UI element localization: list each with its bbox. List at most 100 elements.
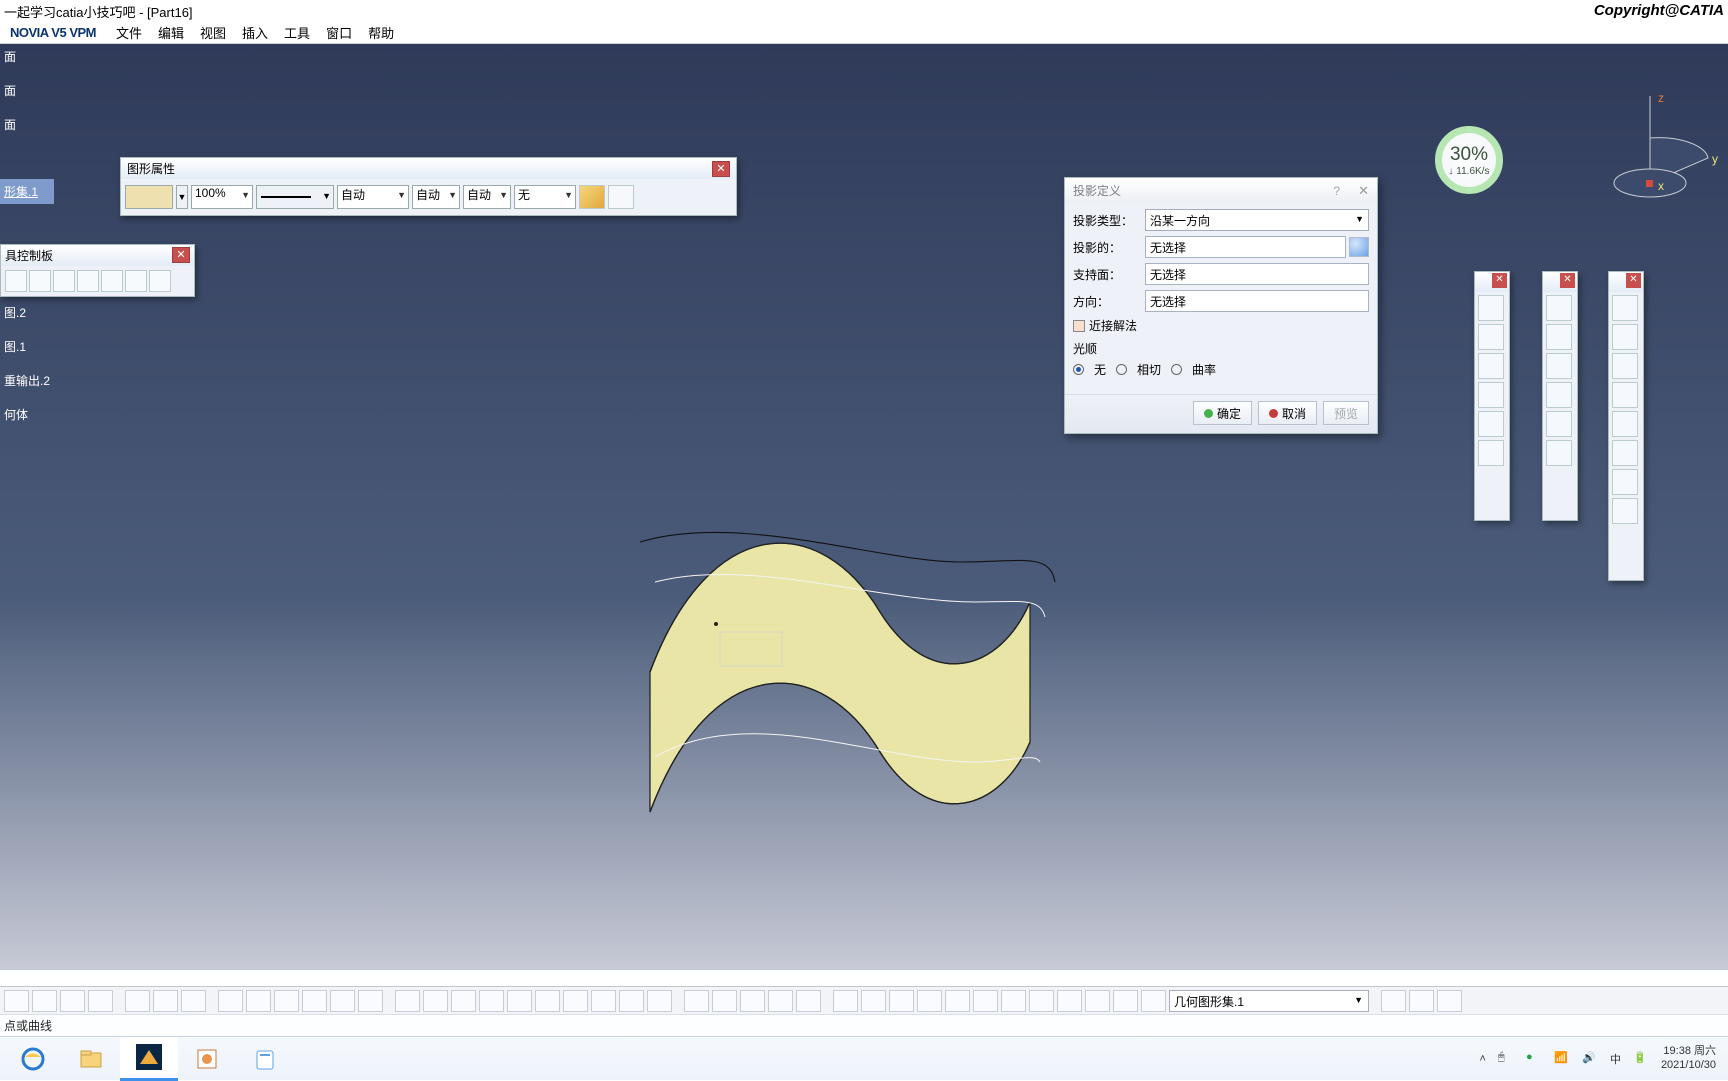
surface-model[interactable] [600, 502, 1060, 872]
tool-icon[interactable] [796, 990, 821, 1012]
compass[interactable]: z y x [1608, 88, 1718, 203]
tool-icon[interactable] [973, 990, 998, 1012]
tool-icon[interactable] [149, 270, 171, 292]
body-selector-dropdown[interactable]: 几何图形集.1 [1169, 990, 1369, 1012]
color-dropdown-arrow[interactable]: ▼ [176, 185, 188, 209]
tree-item[interactable]: 面 [0, 44, 54, 69]
tool-icon[interactable] [1478, 295, 1504, 321]
tool-icon[interactable] [563, 990, 588, 1012]
tool-icon[interactable] [1057, 990, 1082, 1012]
tool-icon[interactable] [945, 990, 970, 1012]
tool-icon[interactable] [302, 990, 327, 1012]
tool-icon[interactable] [4, 990, 29, 1012]
tree-item[interactable]: 何体 [0, 402, 54, 427]
tool-icon[interactable] [1612, 469, 1638, 495]
selection-helper-icon[interactable] [1349, 237, 1369, 257]
tool-icon[interactable] [1612, 324, 1638, 350]
tool-icon[interactable] [1001, 990, 1026, 1012]
tree-item[interactable]: 面 [0, 78, 54, 103]
tool-icon[interactable] [423, 990, 448, 1012]
menu-edit[interactable]: 编辑 [150, 21, 192, 44]
tool-icon[interactable] [330, 990, 355, 1012]
tool-icon[interactable] [125, 270, 147, 292]
tool-icon[interactable] [153, 990, 178, 1012]
symbol-dropdown[interactable]: 无 [514, 185, 576, 209]
tray-icon[interactable]: ● [1526, 1051, 1542, 1067]
tool-icon[interactable] [1612, 353, 1638, 379]
line-weight-dropdown[interactable]: 自动 [337, 185, 409, 209]
tool-icon[interactable] [1113, 990, 1138, 1012]
opacity-dropdown[interactable]: 100% [191, 185, 253, 209]
tool-icon[interactable] [53, 270, 75, 292]
tool-icon[interactable] [1546, 353, 1572, 379]
vertical-toolbar-1[interactable]: ✕ [1474, 271, 1510, 521]
projected-field[interactable]: 无选择 [1145, 236, 1346, 258]
menu-window[interactable]: 窗口 [318, 21, 360, 44]
tool-icon[interactable] [1612, 382, 1638, 408]
tool-icon[interactable] [1612, 295, 1638, 321]
tool-icon[interactable] [395, 990, 420, 1012]
menu-tools[interactable]: 工具 [276, 21, 318, 44]
tray-ime-label[interactable]: 中 [1610, 1051, 1621, 1067]
graphic-properties-title[interactable]: 图形属性 ✕ [121, 158, 736, 179]
ok-button[interactable]: 确定 [1193, 401, 1252, 425]
tool-icon[interactable] [1612, 440, 1638, 466]
tool-icon[interactable] [77, 270, 99, 292]
tool-icon[interactable] [1381, 990, 1406, 1012]
tool-icon[interactable] [125, 990, 150, 1012]
tool-icon[interactable] [1546, 324, 1572, 350]
vertical-toolbar-2[interactable]: ✕ [1542, 271, 1578, 521]
tray-volume-icon[interactable]: 🔊 [1582, 1051, 1598, 1067]
tool-icon[interactable] [246, 990, 271, 1012]
projection-type-dropdown[interactable]: 沿某一方向 [1145, 209, 1369, 231]
tool-icon[interactable] [88, 990, 113, 1012]
tool-icon[interactable] [1409, 990, 1434, 1012]
close-icon[interactable]: ✕ [172, 247, 190, 263]
tool-icon[interactable] [1029, 990, 1054, 1012]
tool-icon[interactable] [619, 990, 644, 1012]
tool-icon[interactable] [479, 990, 504, 1012]
projection-definition-dialog[interactable]: 投影定义 ? ✕ 投影类型： 沿某一方向 投影的： 无选择 支持面： 无选择 方… [1064, 177, 1378, 434]
tool-icon[interactable] [1612, 498, 1638, 524]
brush-icon[interactable] [579, 185, 605, 209]
tool-icon[interactable] [861, 990, 886, 1012]
tree-item[interactable]: 图.1 [0, 334, 54, 359]
tray-battery-icon[interactable]: 🔋 [1633, 1051, 1649, 1067]
tool-icon[interactable] [1546, 411, 1572, 437]
taskbar-catia-icon[interactable] [120, 1037, 178, 1081]
tool-control-title[interactable]: 具控制板 ✕ [1, 245, 194, 266]
line-type-dropdown[interactable]: 自动 [412, 185, 460, 209]
direction-field[interactable]: 无选择 [1145, 290, 1369, 312]
tool-icon[interactable] [1141, 990, 1166, 1012]
tool-icon[interactable] [32, 990, 57, 1012]
tool-icon[interactable] [1546, 382, 1572, 408]
tool-icon[interactable] [5, 270, 27, 292]
close-icon[interactable]: ✕ [712, 161, 730, 177]
tool-icon[interactable] [684, 990, 709, 1012]
close-icon[interactable]: ✕ [1358, 183, 1369, 199]
tree-item[interactable]: 形集.1 [0, 179, 54, 204]
tool-icon[interactable] [833, 990, 858, 1012]
spec-tree[interactable]: 面 面 面 形集.1 图.1 图.2 图.1 重输出.2 何体 [0, 44, 54, 427]
near-solution-checkbox-row[interactable]: 近接解法 [1073, 317, 1369, 334]
tool-icon[interactable] [1478, 382, 1504, 408]
tool-icon[interactable] [1546, 440, 1572, 466]
tool-icon[interactable] [889, 990, 914, 1012]
cancel-button[interactable]: 取消 [1258, 401, 1317, 425]
tool-icon[interactable] [274, 990, 299, 1012]
tree-item[interactable]: 面 [0, 112, 54, 137]
tool-icon[interactable] [1478, 353, 1504, 379]
tool-icon[interactable] [101, 270, 123, 292]
checkbox-icon[interactable] [1073, 320, 1085, 332]
tool-icon[interactable] [1478, 411, 1504, 437]
tool-icon[interactable] [1437, 990, 1462, 1012]
tool-icon[interactable] [181, 990, 206, 1012]
tool-icon[interactable] [740, 990, 765, 1012]
taskbar-app-icon[interactable] [236, 1037, 294, 1081]
tool-icon[interactable] [591, 990, 616, 1012]
tray-icon[interactable]: 🖱 [1498, 1051, 1514, 1067]
radio-none[interactable] [1073, 364, 1084, 375]
tool-icon[interactable] [1478, 324, 1504, 350]
tool-icon[interactable] [535, 990, 560, 1012]
vertical-toolbar-3[interactable]: ✕ [1608, 271, 1644, 581]
